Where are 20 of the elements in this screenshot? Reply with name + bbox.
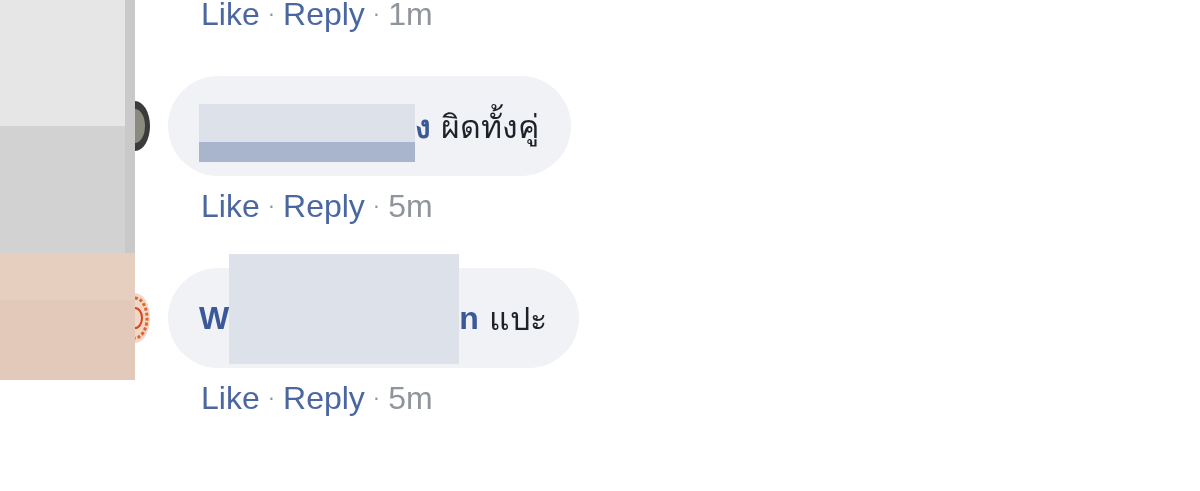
comment-text: ผิดทั้งคู่ [441, 100, 539, 152]
separator-dot: · [267, 384, 276, 412]
separator-dot: · [372, 0, 381, 28]
like-link[interactable]: Like [201, 188, 260, 224]
separator-dot: · [372, 384, 381, 412]
separator-dot: · [267, 0, 276, 28]
like-link[interactable]: Like [201, 0, 260, 32]
comment-time: 1m [388, 0, 433, 32]
commenter-name[interactable]: n [459, 299, 479, 337]
comment-time: 5m [388, 380, 433, 416]
comment-time: 5m [388, 188, 433, 224]
comment-text: แปะ [488, 299, 547, 339]
separator-dot: · [267, 192, 276, 220]
like-link[interactable]: Like [201, 380, 260, 416]
reply-link[interactable]: Reply [283, 0, 365, 32]
reply-link[interactable]: Reply [283, 188, 365, 224]
reply-link[interactable]: Reply [283, 380, 365, 416]
separator-dot: · [372, 192, 381, 220]
commenter-name[interactable]: ง [415, 100, 431, 152]
commenter-name[interactable]: W [199, 299, 230, 337]
